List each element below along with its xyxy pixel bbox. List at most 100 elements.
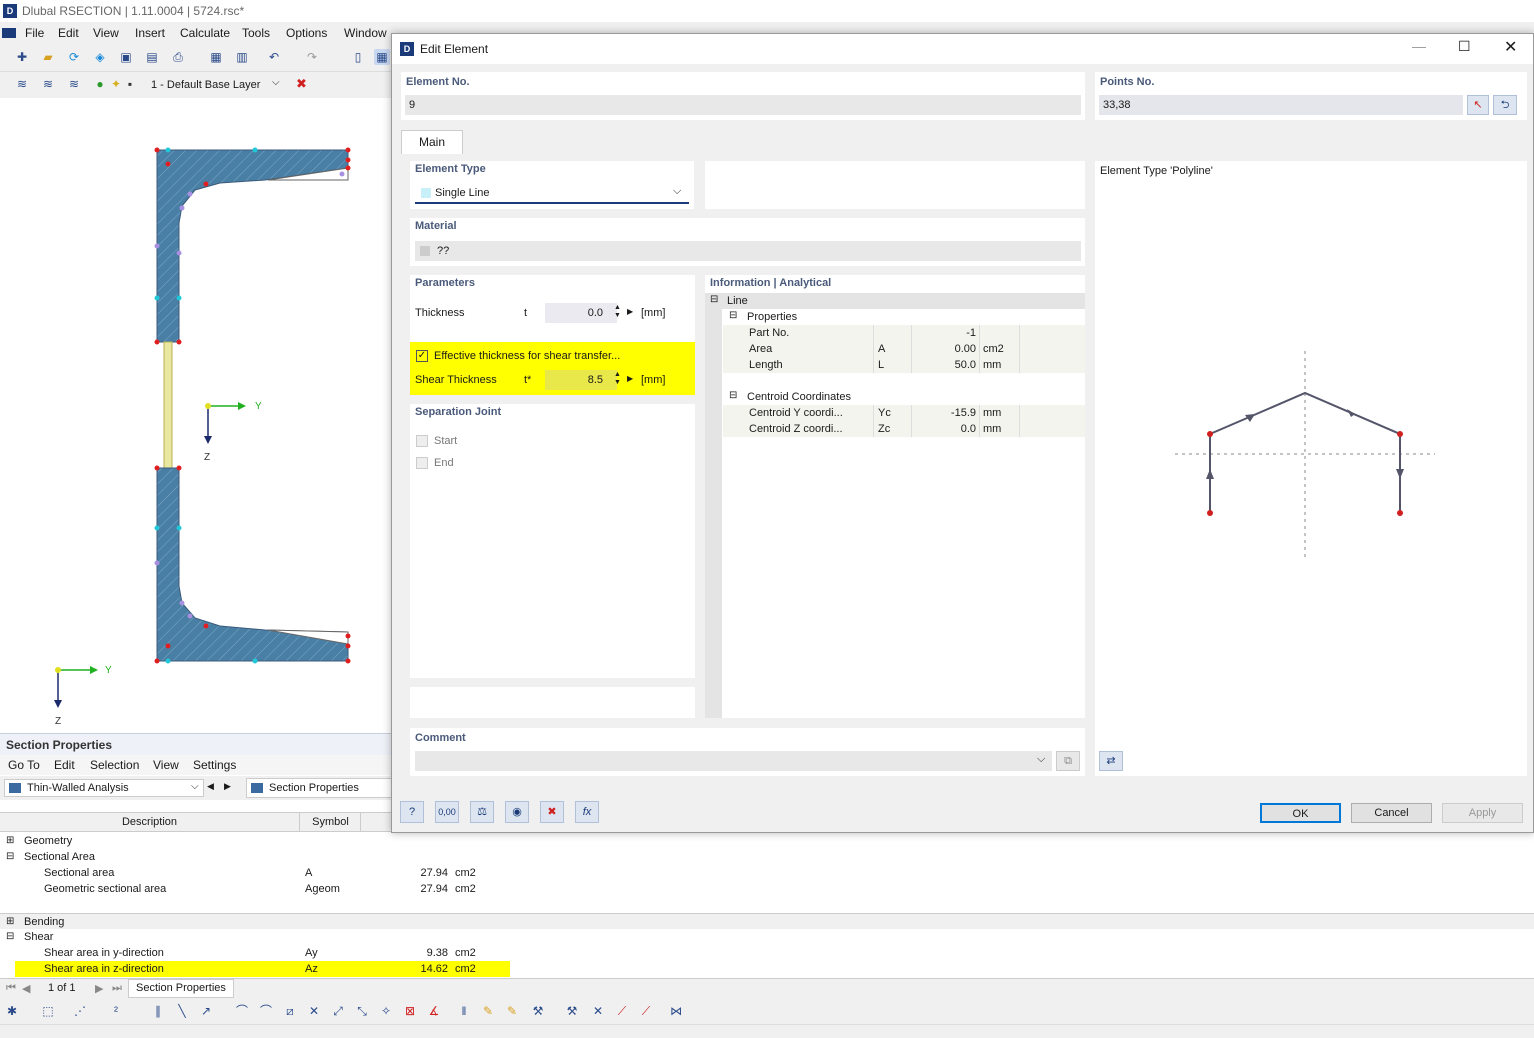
tool6-icon[interactable]: ⋈ — [668, 1003, 684, 1019]
help-icon[interactable]: ? — [400, 801, 424, 823]
first-page-icon[interactable]: ⏮ — [6, 982, 16, 995]
menu-settings[interactable]: Settings — [193, 758, 236, 772]
layers-icon[interactable]: ≋ — [14, 76, 30, 92]
tool3-icon[interactable]: ✕ — [590, 1003, 606, 1019]
menu-view[interactable]: View — [93, 26, 119, 40]
bars-icon[interactable]: ‖ — [456, 1003, 472, 1019]
star-icon[interactable]: ✧ — [378, 1003, 394, 1019]
open-folder-icon[interactable]: ▰ — [40, 49, 56, 65]
layer-select[interactable]: 1 - Default Base Layer — [145, 76, 287, 94]
tab-main[interactable]: Main — [401, 130, 463, 154]
print-icon[interactable]: ⎙ — [170, 49, 186, 65]
save-icon[interactable]: ▣ — [118, 49, 134, 65]
cancel-button[interactable]: Cancel — [1351, 803, 1432, 823]
comment-copy-icon[interactable]: ⧉ — [1056, 751, 1080, 771]
layers-stack-icon[interactable]: ≋ — [66, 76, 82, 92]
tool2-icon[interactable]: ⚒ — [564, 1003, 580, 1019]
thickness-spinner-icon[interactable]: ▲ ▼ — [614, 304, 621, 320]
prev-page-icon[interactable]: ◀ — [22, 982, 30, 995]
group-row-shear[interactable]: ⊟ Shear — [0, 929, 1534, 945]
material-field[interactable]: ?? — [415, 241, 1081, 261]
redo-icon[interactable]: ↷ — [304, 49, 320, 65]
arrow-line-icon[interactable]: ↗ — [198, 1003, 214, 1019]
menu-options[interactable]: Options — [286, 26, 327, 40]
analysis-select[interactable]: Thin-Walled Analysis ⌵ — [4, 779, 204, 797]
snap-icon[interactable]: ✱ — [4, 1003, 20, 1019]
delete-icon[interactable]: ✖ — [540, 801, 564, 823]
menu-calculate[interactable]: Calculate — [180, 26, 230, 40]
collapse-icon[interactable]: ⊟ — [729, 390, 737, 401]
hatch-icon[interactable]: ⧄ — [282, 1003, 298, 1019]
save-as-icon[interactable]: ▤ — [144, 49, 160, 65]
element-type-select[interactable]: Single Line ⌵ — [415, 184, 689, 204]
view-icon[interactable]: ◉ — [505, 801, 529, 823]
ok-button[interactable]: OK — [1260, 803, 1341, 823]
menu-edit[interactable]: Edit — [58, 26, 79, 40]
arc2-icon[interactable]: ⌒ — [258, 1003, 274, 1019]
line-icon[interactable]: ∥ — [150, 1003, 166, 1019]
minimize-icon[interactable]: — — [1412, 38, 1426, 54]
menu-selection[interactable]: Selection — [90, 758, 139, 772]
thickness-input[interactable]: 0.0 — [545, 303, 617, 323]
arc-icon[interactable]: ⌒ — [234, 1003, 250, 1019]
menu-file[interactable]: File — [25, 26, 44, 40]
expand-icon[interactable]: ⊞ — [6, 833, 14, 849]
collapse-icon[interactable]: ⊟ — [6, 929, 14, 945]
menu-sp-edit[interactable]: Edit — [54, 758, 75, 772]
menu-window[interactable]: Window — [344, 26, 387, 40]
tool-icon[interactable]: ⚒ — [530, 1003, 546, 1019]
red-tool-icon[interactable]: ⊠ — [402, 1003, 418, 1019]
document-icon[interactable]: ▥ — [234, 49, 250, 65]
reverse-icon[interactable]: ⮌ — [1493, 95, 1517, 115]
shear-spinner-icon[interactable]: ▲ ▼ — [614, 371, 621, 387]
group-row-bending[interactable]: ⊞ Bending — [0, 913, 1534, 929]
shear-arrow-icon[interactable]: ▶ — [627, 374, 633, 383]
last-page-icon[interactable]: ⏭ — [112, 982, 122, 995]
menu-tools[interactable]: Tools — [242, 26, 270, 40]
menu-goto[interactable]: Go To — [8, 758, 40, 772]
model-icon[interactable]: ◈ — [92, 49, 108, 65]
pencil-icon[interactable]: ✎ — [480, 1003, 496, 1019]
start-checkbox[interactable] — [416, 435, 428, 447]
collapse-icon[interactable]: ⊟ — [729, 310, 737, 321]
layer-dropdown-chevron-icon[interactable]: ⌵ — [272, 77, 280, 88]
dimension-icon[interactable]: ⤢ — [330, 1003, 346, 1019]
element-no-field[interactable]: 9 — [405, 95, 1081, 115]
menu-sp-view[interactable]: View — [153, 758, 179, 772]
thickness-arrow-icon[interactable]: ▶ — [627, 307, 633, 316]
tab-section-properties[interactable]: Section Properties — [128, 979, 234, 998]
undo-icon[interactable]: ↶ — [266, 49, 282, 65]
model-canvas[interactable]: Y Z Y Z — [0, 98, 392, 732]
red-angle-icon[interactable]: ∡ — [426, 1003, 442, 1019]
expand-icon[interactable]: ⊞ — [6, 914, 14, 930]
measure-icon[interactable]: ⤡ — [354, 1003, 370, 1019]
effective-thickness-checkbox[interactable]: ✓ — [416, 350, 428, 362]
pick-points-icon[interactable]: ↖ — [1467, 95, 1489, 115]
menu-insert[interactable]: Insert — [135, 26, 165, 40]
refresh-icon[interactable]: ⟳ — [66, 49, 82, 65]
number-icon[interactable]: ² — [108, 1003, 124, 1019]
collapse-icon[interactable]: ⊟ — [710, 294, 718, 305]
points-no-field[interactable]: 33,38 — [1099, 95, 1463, 115]
shear-thickness-input[interactable]: 8.5 — [545, 370, 617, 390]
page-icon[interactable]: ▯ — [350, 49, 366, 65]
visible-check-icon[interactable]: ● — [92, 76, 108, 92]
next-page-icon[interactable]: ▶ — [95, 982, 103, 995]
maximize-icon[interactable]: ☐ — [1458, 38, 1471, 55]
filter-remove-icon[interactable]: ✖ — [296, 76, 307, 92]
polyline-icon[interactable]: ╲ — [174, 1003, 190, 1019]
cross-icon[interactable]: ✕ — [306, 1003, 322, 1019]
layers-edit-icon[interactable]: ≋ — [40, 76, 56, 92]
end-checkbox[interactable] — [416, 457, 428, 469]
prev-arrow-icon[interactable]: ◀ — [207, 781, 214, 792]
formula-icon[interactable]: fx — [575, 801, 599, 823]
units-icon[interactable]: ⚖ — [470, 801, 494, 823]
group-row-geometry[interactable]: ⊞ Geometry — [0, 833, 1534, 849]
section-properties-tab-select[interactable]: Section Properties — [246, 778, 392, 798]
new-icon[interactable]: ✚ — [14, 49, 30, 65]
preview-options-icon[interactable]: ⇄ — [1099, 751, 1123, 771]
comment-select[interactable]: ⌵ — [415, 751, 1052, 771]
select-icon[interactable]: ⬚ — [40, 1003, 56, 1019]
group-row-sectional-area[interactable]: ⊟ Sectional Area — [0, 849, 1534, 865]
close-icon[interactable]: ✕ — [1504, 37, 1517, 57]
